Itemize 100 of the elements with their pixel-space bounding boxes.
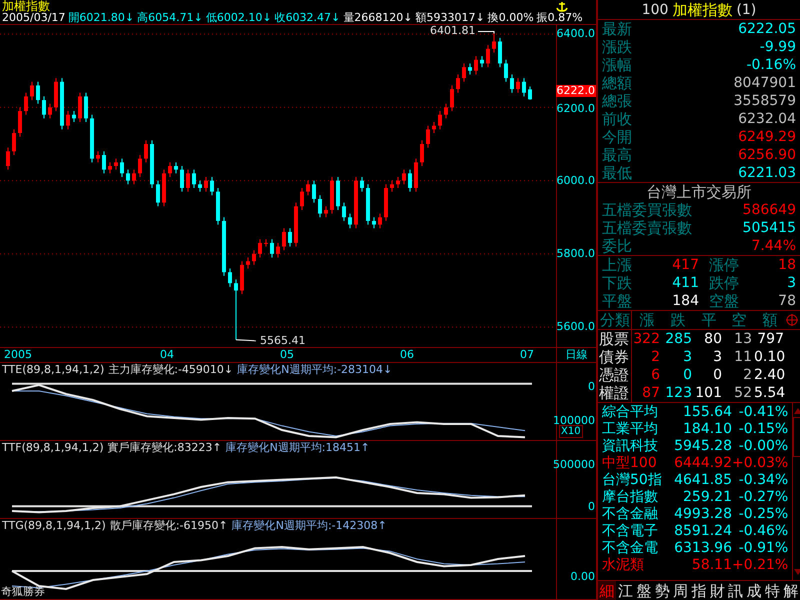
index-change: -0.41% <box>738 404 788 421</box>
table-cell: 5.54 <box>754 384 786 402</box>
column-header: 額 <box>762 311 778 329</box>
indicator-scale-label: 0.00 <box>570 571 595 583</box>
candlestick <box>228 268 232 288</box>
candlestick <box>444 103 448 119</box>
index-change: +0.21% <box>732 557 788 574</box>
bottom-tab[interactable]: 特 <box>763 581 782 600</box>
scroll-up-icon[interactable] <box>794 407 800 415</box>
table-cell-text: 123 <box>664 384 693 402</box>
indicator-value: 實戶庫存變化:83223↑ <box>108 441 222 454</box>
column-header: 空 <box>730 311 748 329</box>
breadth-label: 空盤 <box>708 292 740 310</box>
quote-value: 3558579 <box>734 92 796 110</box>
bottom-tab[interactable]: 成 <box>744 581 764 600</box>
candlestick <box>498 37 502 68</box>
candlestick <box>318 194 322 218</box>
index-change: -0.46% <box>738 523 788 540</box>
bottom-tab[interactable]: 細 <box>598 581 616 600</box>
date-axis-label: 04 <box>160 349 174 361</box>
quote-label: 最低 <box>602 164 632 182</box>
bottom-tab[interactable]: 指 <box>690 581 708 600</box>
candlestick <box>132 169 136 185</box>
leader-line <box>478 31 494 34</box>
indicator-formula: TTG(89,8,1,94,1,2) <box>2 519 106 532</box>
candlestick <box>402 169 406 185</box>
table-cell-text: 3 <box>682 348 693 366</box>
brand-label: 奇狐勝券 <box>1 586 45 598</box>
price-axis-label: 6200.0 <box>556 103 595 116</box>
candlestick <box>342 202 346 222</box>
index-name: 不含電子 <box>602 523 659 540</box>
candlestick <box>66 110 70 130</box>
candlestick <box>300 187 304 210</box>
quote-value: 6256.90 <box>738 146 796 164</box>
exchange-value: 7.44% <box>752 237 796 255</box>
quote-info-text: 2005/03/17 <box>2 12 66 24</box>
bottom-tab[interactable]: 財 <box>708 581 727 600</box>
quote-value: 6232.04 <box>738 110 796 128</box>
quote-info-text: 開6021.80↓ <box>68 12 134 24</box>
candlestick <box>102 150 106 174</box>
candlestick <box>360 176 364 192</box>
quote-info-text: 收6032.47↓ <box>274 12 340 24</box>
table-cell-text: 797 <box>756 330 785 348</box>
breadth-label: 上漲 <box>602 256 633 274</box>
candlestick <box>258 238 262 258</box>
candlestick <box>396 176 400 188</box>
quote-value: 6222.05 <box>738 20 796 38</box>
index-value: 5945.28 <box>674 438 732 455</box>
indicator-average: 庫存變化N週期平均:-142308↑ <box>232 519 387 532</box>
candlestick <box>108 162 112 174</box>
quote-value: 6221.03 <box>738 164 796 182</box>
leader-line <box>236 339 256 342</box>
bottom-tab[interactable]: 盤 <box>634 581 654 600</box>
indicator-average: 庫存變化N週期平均:18451↑ <box>226 441 370 454</box>
exchange-title: 台灣上市交易所 <box>646 183 752 201</box>
index-name: 不含金融 <box>602 506 659 523</box>
index-value: 259.21 <box>682 489 732 506</box>
column-header: 跌 <box>670 311 686 329</box>
crosshair-icon[interactable] <box>786 314 798 326</box>
candlestick <box>18 106 22 138</box>
candlestick <box>492 32 496 53</box>
column-header: 分類 <box>598 311 632 329</box>
index-name: 水泥類 <box>602 557 645 574</box>
anchor-icon[interactable] <box>556 2 568 12</box>
exchange-value: 586649 <box>742 201 796 219</box>
index-name: 資訊科技 <box>602 438 659 455</box>
bottom-tab[interactable]: 江 <box>616 581 635 600</box>
candlestick <box>210 176 214 196</box>
candlestick <box>114 158 118 170</box>
scroll-down-icon[interactable] <box>794 568 800 576</box>
bottom-tab[interactable]: 周 <box>671 581 690 600</box>
indicator-formula: TTF(89,8,1,94,1,2) <box>2 441 104 454</box>
bottom-tab[interactable]: 訊 <box>726 581 745 600</box>
index-change: +0.03% <box>732 455 788 472</box>
candlestick <box>276 242 280 258</box>
candlestick <box>486 44 490 68</box>
candlestick <box>84 92 88 123</box>
candlestick <box>186 169 190 192</box>
index-name: 台灣50指 <box>602 472 663 489</box>
candlestick <box>288 228 292 248</box>
quote-value: 8047901 <box>734 74 796 92</box>
scrollbar[interactable] <box>792 403 800 580</box>
quote-info-text: 換0.00% <box>488 12 534 24</box>
scroll-thumb[interactable] <box>793 417 800 457</box>
bottom-tab[interactable]: 勢 <box>653 581 672 600</box>
stock-suffix: (1) <box>736 0 756 18</box>
candlestick <box>78 92 82 123</box>
candlestick <box>462 62 466 82</box>
table-cell: 2.40 <box>754 366 786 384</box>
bottom-tab[interactable]: 解 <box>782 581 800 600</box>
candlestick <box>138 154 142 178</box>
index-change: -0.00% <box>738 438 788 455</box>
table-cell: 0.10 <box>754 348 786 366</box>
stock-name: 加權指數 <box>672 0 732 18</box>
index-change: -0.15% <box>738 421 788 438</box>
table-cell-text: 322 <box>632 330 661 348</box>
candlestick <box>30 81 34 101</box>
table-cell-text: 87 <box>641 384 661 402</box>
quote-info-text: 額5933017↓ <box>416 12 485 24</box>
price-axis-label: 6000.0 <box>556 174 595 187</box>
